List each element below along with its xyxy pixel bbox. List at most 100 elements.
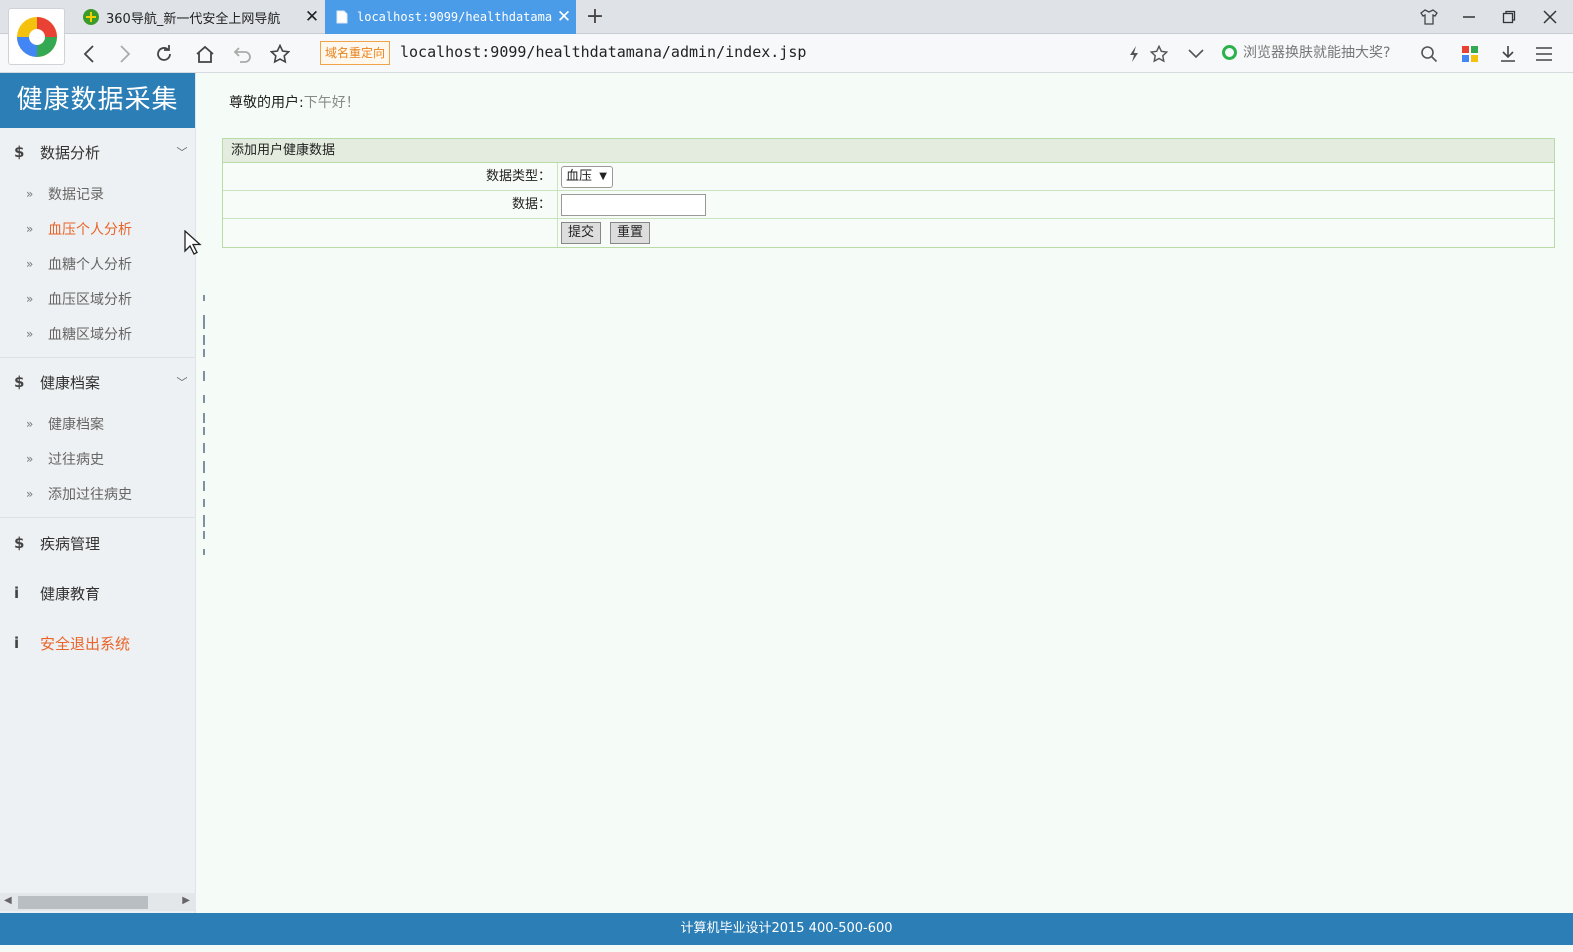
sidebar-group-disease-mgmt[interactable]: $ 疾病管理	[0, 518, 195, 568]
footer-edge	[0, 945, 1573, 952]
item-label: 过往病史	[48, 451, 104, 468]
group-label: 疾病管理	[40, 534, 101, 553]
sidebar-item-bg-regional[interactable]: » 血糖区域分析	[0, 316, 195, 351]
search-icon[interactable]	[1414, 39, 1444, 69]
refresh-icon[interactable]	[149, 39, 179, 69]
double-chevron-right-icon: »	[26, 256, 34, 271]
address-bar[interactable]: localhost:9099/healthdatamana/admin/inde…	[400, 43, 806, 61]
caret-down-icon: ▼	[599, 170, 607, 182]
greeting-prefix: 尊敬的用户:	[229, 95, 304, 111]
shield-plus-icon	[82, 8, 100, 26]
tab-localhost[interactable]: localhost:9099/healthdataman ✕	[325, 0, 576, 34]
sidebar-horizontal-scrollbar[interactable]: ◀ ▶	[0, 893, 196, 911]
forward-icon[interactable]	[110, 39, 140, 69]
search-suggestion[interactable]: 浏览器换肤就能抽大奖?	[1222, 42, 1390, 62]
data-input[interactable]	[561, 193, 706, 216]
tab-label: 360导航_新一代安全上网导航	[106, 11, 281, 27]
chevron-down-icon: ﹀	[176, 376, 188, 389]
dollar-icon: $	[14, 534, 25, 552]
skin-icon[interactable]	[1409, 0, 1449, 34]
chevron-down-icon: ﹀	[176, 146, 188, 159]
app-brand: 健康数据采集	[0, 73, 195, 128]
actions-cell: 提交 重置	[558, 219, 1554, 247]
form-title: 添加用户健康数据	[223, 139, 1554, 163]
info-icon: i	[14, 584, 20, 602]
new-tab-button[interactable]: +	[583, 2, 607, 32]
form-row-type: 数据类型： 血压 ▼	[223, 163, 1554, 191]
favorite-star-icon[interactable]	[1144, 39, 1174, 69]
data-cell	[558, 191, 1554, 218]
item-label: 血糖个人分析	[48, 256, 132, 273]
greeting-time: 下午好！	[303, 95, 360, 111]
redirect-badge[interactable]: 域名重定向	[320, 41, 391, 65]
sidebar-group-data-analysis[interactable]: $ 数据分析 ﹀	[0, 128, 195, 176]
item-label: 添加过往病史	[48, 486, 132, 503]
search-hint-text: 浏览器换肤就能抽大奖?	[1243, 45, 1391, 61]
double-chevron-right-icon: »	[26, 326, 34, 341]
sidebar: 健康数据采集 $ 数据分析 ﹀ » 数据记录 » 血压个人分析 » 血糖个人分析…	[0, 73, 196, 913]
search-engine-icon	[1222, 44, 1237, 60]
frame-edge-artifact	[203, 295, 205, 555]
tab-360-nav[interactable]: 360导航_新一代安全上网导航 ✕	[74, 0, 324, 34]
scroll-right-icon[interactable]: ▶	[182, 895, 190, 906]
apps-grid-icon[interactable]	[1455, 39, 1485, 69]
sidebar-logout[interactable]: i 安全退出系统	[0, 618, 195, 668]
double-chevron-right-icon: »	[26, 451, 34, 466]
type-label: 数据类型：	[223, 163, 558, 190]
add-health-data-form: 添加用户健康数据 数据类型： 血压 ▼ 数据： 提交 重置	[222, 138, 1555, 248]
dollar-icon: $	[14, 143, 25, 161]
minimize-icon[interactable]	[1449, 0, 1489, 34]
download-icon[interactable]	[1493, 39, 1523, 69]
type-cell: 血压 ▼	[558, 163, 1554, 190]
item-label: 血压区域分析	[48, 291, 132, 308]
group-label: 安全退出系统	[40, 634, 131, 653]
user-greeting: 尊敬的用户:下午好！	[229, 92, 360, 112]
home-icon[interactable]	[190, 39, 220, 69]
double-chevron-right-icon: »	[26, 186, 34, 201]
data-label: 数据：	[223, 191, 558, 218]
bookmark-star-icon[interactable]	[265, 39, 295, 69]
sidebar-item-medical-history[interactable]: » 过往病史	[0, 441, 195, 476]
close-icon[interactable]: ✕	[300, 7, 324, 27]
sidebar-item-bp-personal[interactable]: » 血压个人分析	[0, 211, 195, 246]
tab-label: localhost:9099/healthdataman	[357, 10, 552, 24]
double-chevron-right-icon: »	[26, 221, 34, 236]
select-value: 血压	[566, 168, 593, 184]
sidebar-item-bg-personal[interactable]: » 血糖个人分析	[0, 246, 195, 281]
sidebar-group-health-records[interactable]: $ 健康档案 ﹀	[0, 358, 195, 406]
sidebar-item-add-history[interactable]: » 添加过往病史	[0, 476, 195, 511]
browser-toolbar: 域名重定向 localhost:9099/healthdatamana/admi…	[0, 34, 1573, 73]
scroll-left-icon[interactable]: ◀	[4, 895, 12, 906]
double-chevron-right-icon: »	[26, 416, 34, 431]
window-close-icon[interactable]	[1530, 0, 1570, 34]
reset-button[interactable]: 重置	[610, 222, 651, 244]
undo-icon[interactable]	[228, 39, 258, 69]
dollar-icon: $	[14, 373, 25, 391]
browser-logo[interactable]	[8, 8, 65, 65]
scrollbar-thumb[interactable]	[18, 896, 148, 909]
browser-tab-bar: 360导航_新一代安全上网导航 ✕ localhost:9099/healthd…	[0, 0, 1573, 34]
item-label: 血糖区域分析	[48, 326, 132, 343]
form-row-data: 数据：	[223, 191, 1554, 219]
group-label: 健康教育	[40, 584, 101, 603]
sidebar-item-bp-regional[interactable]: » 血压区域分析	[0, 281, 195, 316]
item-label: 血压个人分析	[48, 221, 132, 238]
chevron-down-icon[interactable]	[1181, 39, 1211, 69]
sidebar-item-data-record[interactable]: » 数据记录	[0, 176, 195, 211]
double-chevron-right-icon: »	[26, 291, 34, 306]
item-label: 数据记录	[48, 186, 104, 203]
sidebar-group-health-education[interactable]: i 健康教育	[0, 568, 195, 618]
menu-icon[interactable]	[1529, 39, 1559, 69]
restore-icon[interactable]	[1489, 0, 1529, 34]
sidebar-item-health-file[interactable]: » 健康档案	[0, 406, 195, 441]
empty-label	[223, 219, 558, 247]
info-icon: i	[14, 634, 20, 652]
page-footer: 计算机毕业设计2015 400-500-600	[0, 913, 1573, 945]
double-chevron-right-icon: »	[26, 486, 34, 501]
close-icon[interactable]: ✕	[552, 7, 576, 27]
back-icon[interactable]	[74, 39, 104, 69]
group-label: 数据分析	[40, 143, 101, 162]
submit-button[interactable]: 提交	[561, 222, 602, 244]
data-type-select[interactable]: 血压 ▼	[561, 165, 613, 188]
page-icon	[333, 8, 351, 26]
